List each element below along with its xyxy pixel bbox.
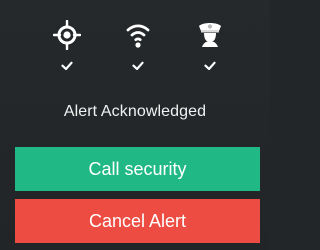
call-security-button[interactable]: Call security — [15, 147, 260, 191]
security-guard-status — [193, 20, 227, 80]
security-guard-icon — [196, 20, 224, 50]
location-check-icon — [61, 61, 73, 71]
cancel-alert-button[interactable]: Cancel Alert — [15, 199, 260, 243]
alert-acknowledged-message: Alert Acknowledged — [63, 103, 207, 120]
location-target-icon — [53, 20, 81, 50]
wifi-status — [121, 20, 155, 80]
wifi-icon — [124, 20, 152, 50]
wifi-check-icon — [132, 61, 144, 71]
security-guard-check-icon — [204, 61, 216, 71]
status-indicators — [0, 20, 270, 80]
alert-status-screen: Alert Acknowledged Call security Cancel … — [0, 0, 270, 250]
location-status — [50, 20, 84, 80]
